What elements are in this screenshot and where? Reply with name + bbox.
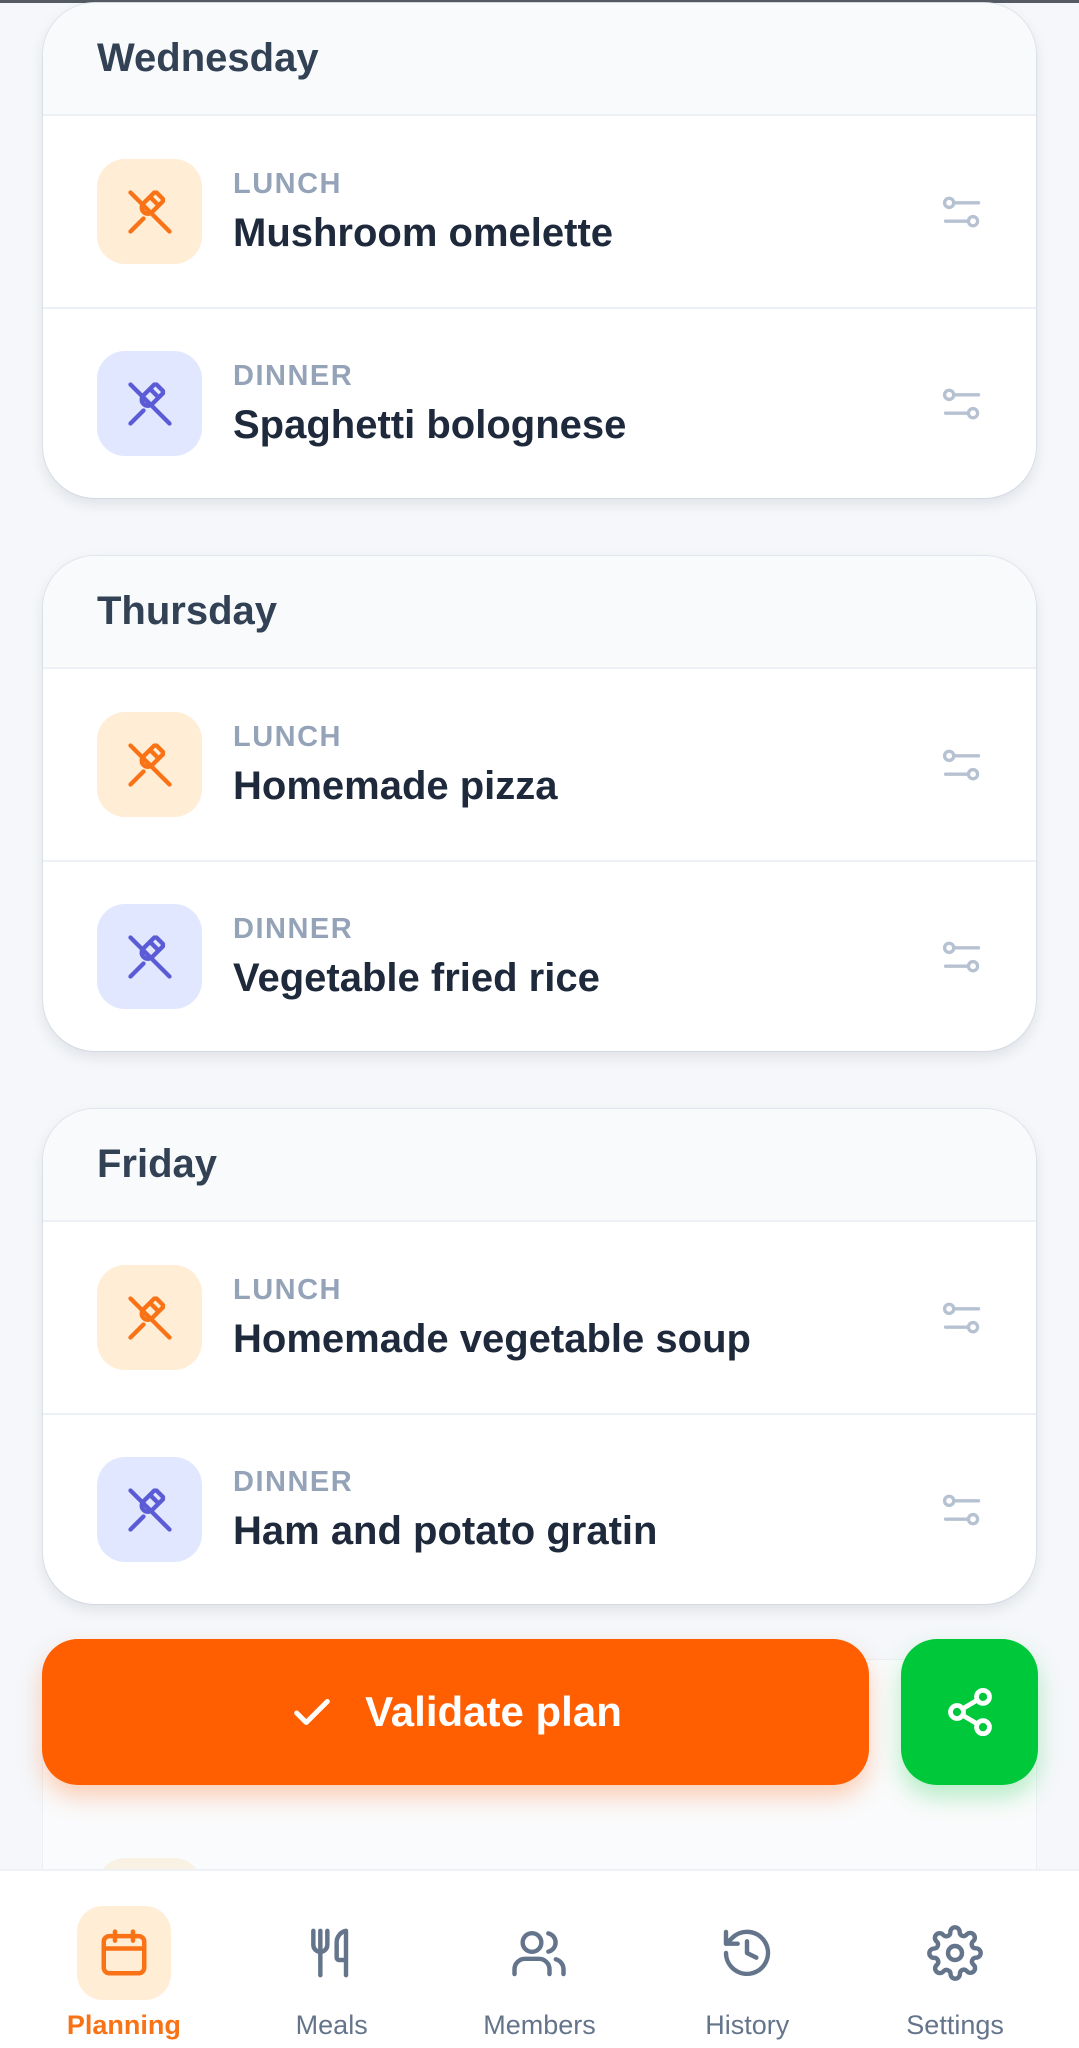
day-card-wednesday: Wednesday LUNCH Mushroom omelette DINNER… (43, 3, 1036, 498)
fork-knife-icon (97, 159, 202, 264)
day-card-friday: Friday LUNCH Homemade vegetable soup DIN… (43, 1109, 1036, 1604)
nav-item-settings[interactable]: Settings (870, 1871, 1040, 2041)
day-title: Wednesday (43, 3, 1036, 116)
share-button[interactable] (901, 1639, 1038, 1785)
nav-label: Planning (66, 2010, 181, 2040)
meal-row-lunch[interactable]: LUNCH Homemade vegetable soup (43, 1222, 1036, 1413)
day-title: Friday (43, 1109, 1036, 1222)
validate-plan-button[interactable]: Validate plan (42, 1639, 869, 1785)
fork-knife-icon (97, 904, 202, 1009)
nav-label: History (705, 2010, 790, 2040)
bottom-nav: Planning Meals Members History Settings (0, 1869, 1079, 2048)
sliders-icon (942, 1302, 981, 1333)
sliders-icon (942, 196, 981, 227)
nav-item-members[interactable]: Members (454, 1871, 624, 2041)
nav-label: Members (483, 2010, 596, 2040)
meal-name: Vegetable fried rice (233, 955, 600, 1000)
utensils-icon (285, 1906, 379, 2000)
users-icon (492, 1906, 586, 2000)
meal-row-dinner[interactable]: DINNER Vegetable fried rice (43, 860, 1036, 1051)
day-card-thursday: Thursday LUNCH Homemade pizza DINNER Veg… (43, 556, 1036, 1051)
nav-label: Meals (295, 2010, 368, 2040)
sliders-icon (942, 749, 981, 780)
sliders-icon (942, 388, 981, 419)
meal-type: LUNCH (233, 1273, 342, 1306)
meal-options-button[interactable] (936, 931, 988, 983)
meal-name: Mushroom omelette (233, 210, 614, 255)
gear-icon (908, 1906, 1002, 2000)
meal-options-button[interactable] (936, 186, 988, 238)
meal-options-button[interactable] (936, 739, 988, 791)
meal-row-dinner[interactable]: DINNER Spaghetti bolognese (43, 307, 1036, 498)
nav-item-history[interactable]: History (662, 1871, 832, 2041)
meal-row-lunch[interactable]: LUNCH Homemade pizza (43, 669, 1036, 860)
meal-options-button[interactable] (936, 1292, 988, 1344)
meal-type: DINNER (233, 359, 354, 392)
check-icon (294, 1698, 330, 1726)
meal-type: LUNCH (233, 720, 342, 753)
fork-knife-icon (97, 1457, 202, 1562)
meal-type: LUNCH (233, 167, 342, 200)
nav-item-planning[interactable]: Planning (39, 1871, 209, 2041)
meal-type: DINNER (233, 912, 354, 945)
share-icon (947, 1687, 992, 1737)
validate-plan-label: Validate plan (365, 1688, 622, 1735)
meal-name: Homemade vegetable soup (233, 1316, 751, 1361)
sliders-icon (942, 1494, 981, 1525)
meal-options-button[interactable] (936, 378, 988, 430)
calendar-icon (76, 1906, 171, 2000)
history-icon (700, 1906, 794, 2000)
fork-knife-icon (97, 712, 202, 817)
sliders-icon (942, 941, 981, 972)
fork-knife-icon (97, 351, 202, 456)
meal-name: Spaghetti bolognese (233, 402, 627, 447)
meal-options-button[interactable] (936, 1484, 988, 1536)
day-title: Thursday (43, 556, 1036, 669)
nav-label: Settings (906, 2010, 1004, 2040)
meal-row-dinner[interactable]: DINNER Ham and potato gratin (43, 1413, 1036, 1604)
fork-knife-icon (97, 1265, 202, 1370)
nav-item-meals[interactable]: Meals (247, 1871, 417, 2041)
meal-name: Ham and potato gratin (233, 1508, 658, 1553)
meal-row-lunch[interactable]: LUNCH Mushroom omelette (43, 116, 1036, 307)
meal-name: Homemade pizza (233, 763, 558, 808)
meal-type: DINNER (233, 1465, 354, 1498)
